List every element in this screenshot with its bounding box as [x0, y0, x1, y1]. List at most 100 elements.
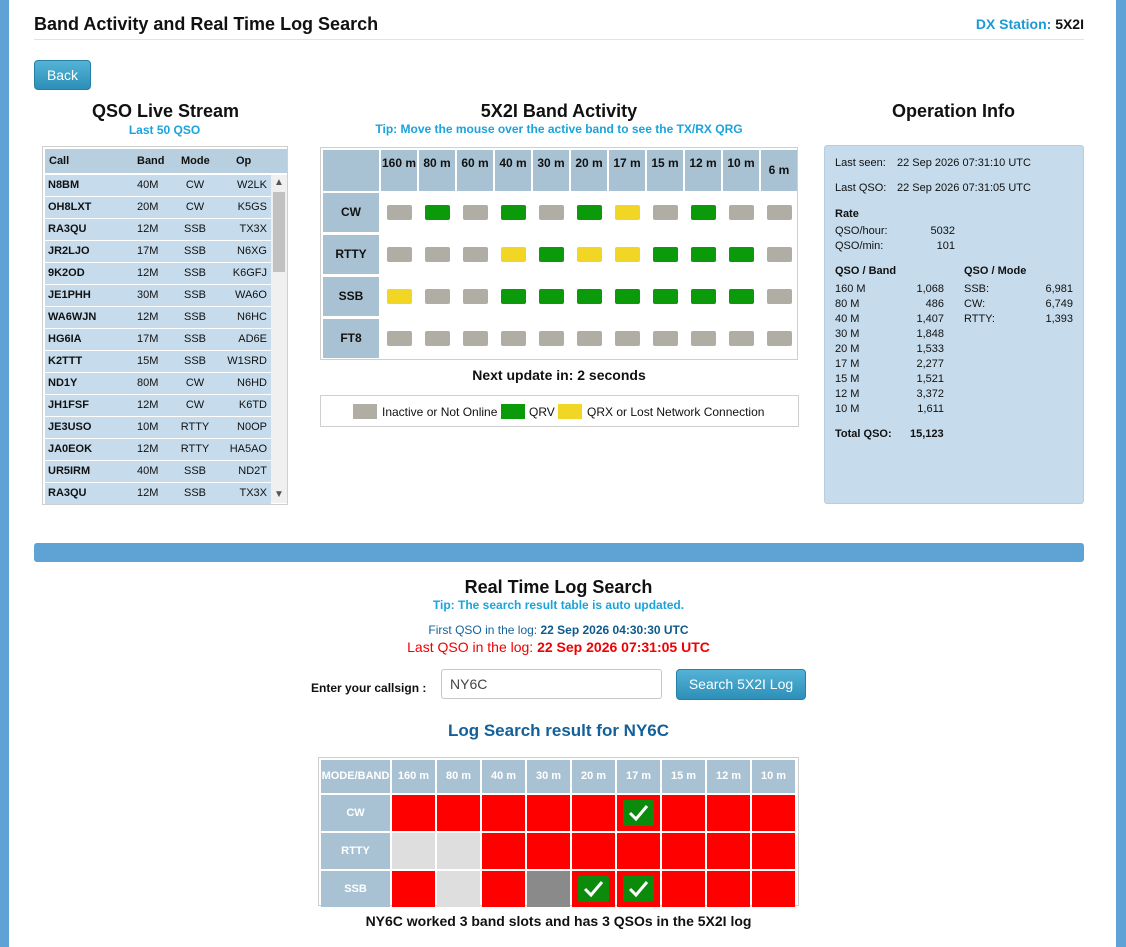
- band-count-label: 160 M: [835, 283, 866, 295]
- table-row[interactable]: OH8LXT 20M CW K5GS: [45, 197, 271, 218]
- operator-cell: HA5AO: [229, 443, 267, 455]
- band-status-off[interactable]: [767, 205, 792, 220]
- mode-cell: CW: [185, 399, 205, 411]
- scroll-up-icon[interactable]: ▲: [271, 175, 287, 191]
- first-qso-value: 22 Sep 2026 04:30:30 UTC: [540, 623, 689, 637]
- callsign-input[interactable]: NY6C: [441, 669, 662, 699]
- band-status-off[interactable]: [539, 331, 564, 346]
- result-band-header: 10 m: [752, 760, 795, 793]
- table-row[interactable]: HG6IA 17M SSB AD6E: [45, 329, 271, 350]
- band-status-qrx[interactable]: [615, 205, 640, 220]
- band-header: 30 m: [533, 150, 569, 191]
- band-status-qrx[interactable]: [501, 247, 526, 262]
- band-legend: Inactive or Not Online QRV QRX or Lost N…: [320, 395, 799, 427]
- table-row[interactable]: K2TTT 15M SSB W1SRD: [45, 351, 271, 372]
- table-row[interactable]: ND1Y 80M CW N6HD: [45, 373, 271, 394]
- scrollbar-thumb[interactable]: [273, 192, 285, 272]
- band-status-off[interactable]: [463, 289, 488, 304]
- band-status-off[interactable]: [425, 289, 450, 304]
- live-stream-title: QSO Live Stream: [92, 101, 240, 121]
- mode-row-header: SSB: [323, 277, 379, 316]
- result-slot-cell: [752, 833, 795, 869]
- band-status-off[interactable]: [577, 331, 602, 346]
- band-status-off[interactable]: [653, 205, 678, 220]
- band-cell: 12M: [137, 487, 159, 499]
- band-grid-corner: [323, 150, 379, 191]
- mode-count-value: 6,981: [1045, 283, 1073, 295]
- band-status-qrv[interactable]: [691, 205, 716, 220]
- band-status-off[interactable]: [615, 331, 640, 346]
- band-cell: 20M: [137, 201, 159, 213]
- band-status-qrv[interactable]: [577, 289, 602, 304]
- band-status-qrv[interactable]: [501, 289, 526, 304]
- band-status-qrv[interactable]: [691, 247, 716, 262]
- band-status-off[interactable]: [767, 331, 792, 346]
- band-status-off[interactable]: [387, 331, 412, 346]
- band-status-qrv[interactable]: [729, 247, 754, 262]
- band-status-qrx[interactable]: [615, 247, 640, 262]
- band-status-off[interactable]: [539, 205, 564, 220]
- band-status-off[interactable]: [387, 247, 412, 262]
- table-row[interactable]: RA3QU 12M SSB TX3X: [45, 219, 271, 240]
- result-slot-cell: [392, 871, 435, 907]
- mode-cell: CW: [185, 377, 205, 389]
- band-header: 17 m: [609, 150, 645, 191]
- band-status-off[interactable]: [767, 247, 792, 262]
- band-status-off[interactable]: [691, 331, 716, 346]
- table-row[interactable]: JA0EOK 12M RTTY HA5AO: [45, 439, 271, 460]
- band-status-qrv[interactable]: [615, 289, 640, 304]
- band-status-off[interactable]: [463, 247, 488, 262]
- table-row[interactable]: RA3QU 12M SSB TX3X: [45, 483, 271, 504]
- band-status-off[interactable]: [501, 331, 526, 346]
- band-status-qrv[interactable]: [425, 205, 450, 220]
- band-status-off[interactable]: [387, 205, 412, 220]
- last-qso-line: Last QSO in the log: 22 Sep 2026 07:31:0…: [0, 639, 1117, 655]
- live-stream-scrollbar[interactable]: ▲ ▼: [271, 175, 287, 503]
- search-log-button[interactable]: Search 5X2I Log: [676, 669, 806, 700]
- table-row[interactable]: UR5IRM 40M SSB ND2T: [45, 461, 271, 482]
- band-status-off[interactable]: [425, 331, 450, 346]
- mode-row-header: FT8: [323, 319, 379, 358]
- mode-row-header: RTTY: [323, 235, 379, 274]
- band-status-off[interactable]: [463, 331, 488, 346]
- band-cell: 12M: [137, 267, 159, 279]
- last-qso-value: 22 Sep 2026 07:31:05 UTC: [897, 182, 1031, 194]
- search-result-title: Log Search result for NY6C: [447, 721, 670, 740]
- table-row[interactable]: N8BM 40M CW W2LK: [45, 175, 271, 196]
- band-status-qrv[interactable]: [653, 247, 678, 262]
- band-status-off[interactable]: [463, 205, 488, 220]
- band-status-qrx[interactable]: [387, 289, 412, 304]
- rate-label: Rate: [835, 208, 859, 220]
- band-status-off[interactable]: [729, 331, 754, 346]
- mode-cell: SSB: [183, 311, 206, 323]
- band-status-off[interactable]: [425, 247, 450, 262]
- band-status-qrv[interactable]: [501, 205, 526, 220]
- band-status-qrv[interactable]: [691, 289, 716, 304]
- scroll-down-icon[interactable]: ▼: [271, 487, 287, 503]
- band-status-off[interactable]: [767, 289, 792, 304]
- band-status-qrv[interactable]: [539, 289, 564, 304]
- result-band-header: 17 m: [617, 760, 660, 793]
- log-search-tip: Tip: The search result table is auto upd…: [432, 598, 685, 612]
- table-row[interactable]: JH1FSF 12M CW K6TD: [45, 395, 271, 416]
- band-status-qrx[interactable]: [577, 247, 602, 262]
- band-count-label: 40 M: [835, 313, 860, 325]
- band-count-label: 17 M: [835, 358, 860, 370]
- band-status-qrv[interactable]: [539, 247, 564, 262]
- live-stream-header: Call Band Mode Op: [45, 149, 287, 173]
- band-status-qrv[interactable]: [653, 289, 678, 304]
- last-qso-label: Last QSO:: [835, 182, 887, 194]
- live-stream-table: Call Band Mode Op N8BM 40M CW W2LK OH8LXT 20M…: [42, 146, 288, 505]
- table-row[interactable]: JE3USO 10M RTTY N0OP: [45, 417, 271, 438]
- band-status-off[interactable]: [729, 205, 754, 220]
- back-button[interactable]: Back: [34, 60, 91, 90]
- table-row[interactable]: WA6WJN 12M SSB N6HC: [45, 307, 271, 328]
- table-row[interactable]: JR2LJO 17M SSB N6XG: [45, 241, 271, 262]
- band-status-off[interactable]: [653, 331, 678, 346]
- table-row[interactable]: JE1PHH 30M SSB WA6O: [45, 285, 271, 306]
- band-status-qrv[interactable]: [577, 205, 602, 220]
- left-page-border: [0, 0, 9, 947]
- band-status-qrv[interactable]: [729, 289, 754, 304]
- band-header: 10 m: [723, 150, 759, 191]
- table-row[interactable]: 9K2OD 12M SSB K6GFJ: [45, 263, 271, 284]
